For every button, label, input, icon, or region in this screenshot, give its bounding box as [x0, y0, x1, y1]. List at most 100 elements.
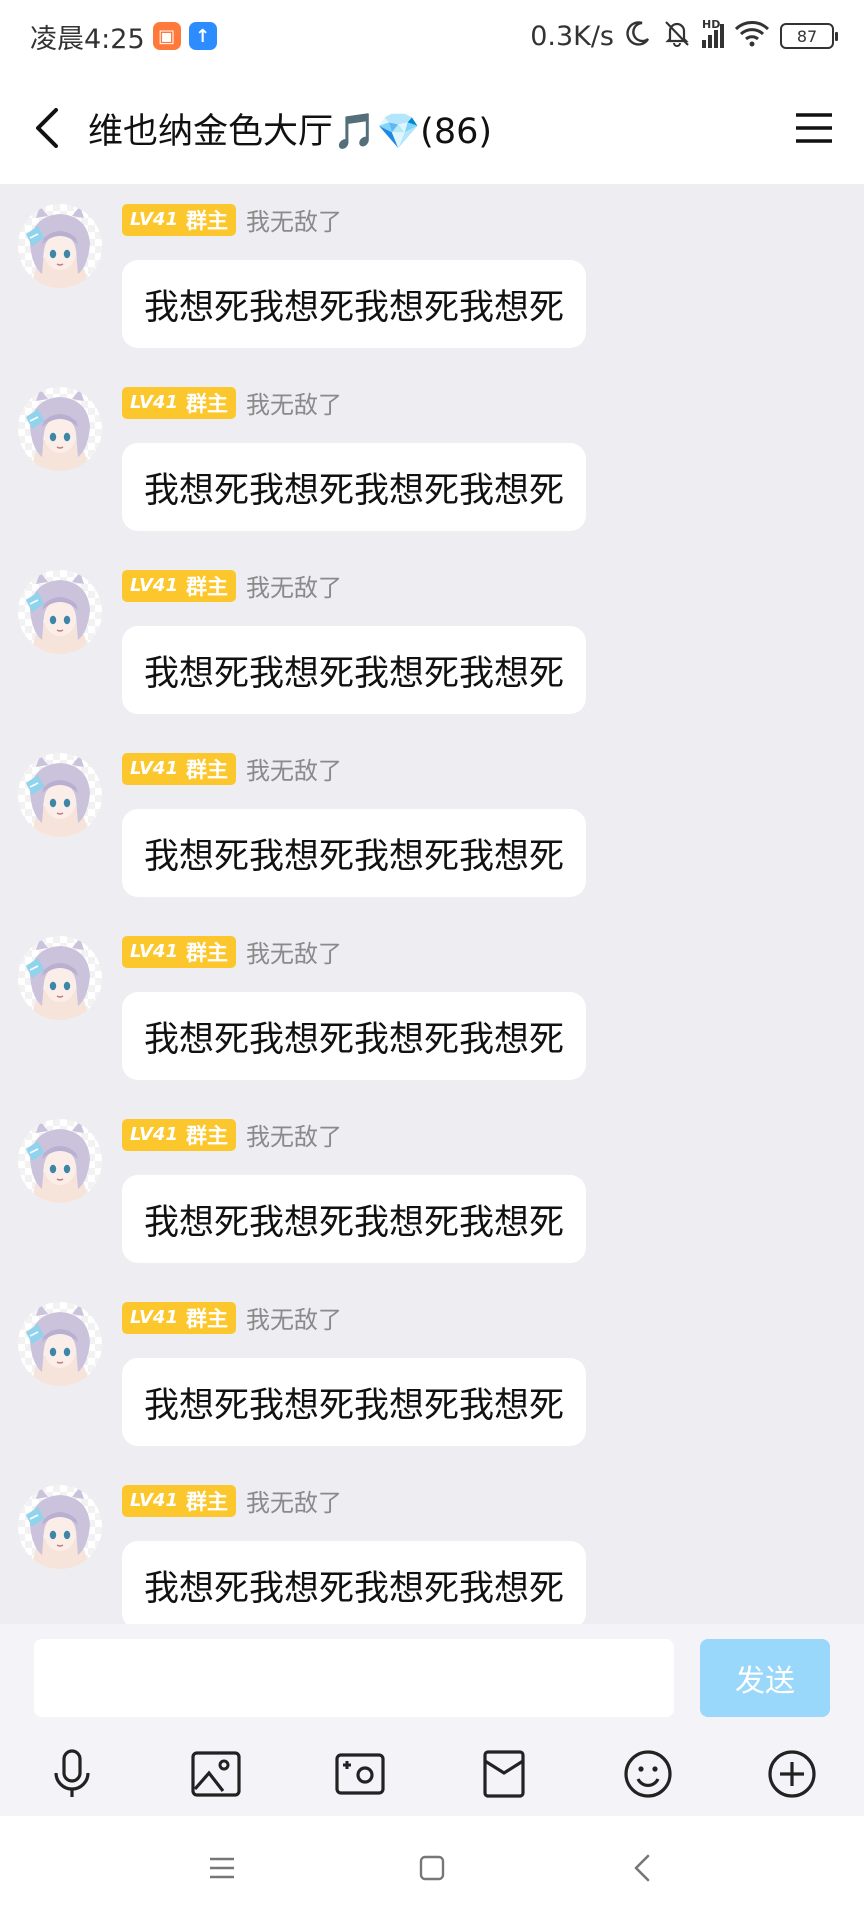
owner-level-badge: LV41 群主	[122, 1301, 236, 1334]
sender-meta: LV41 群主 我无敌了	[122, 1300, 342, 1335]
back-arrow-icon	[634, 1854, 650, 1882]
sender-meta: LV41 群主 我无敌了	[122, 751, 342, 786]
system-back-button[interactable]	[612, 1838, 672, 1898]
owner-level-badge: LV41 群主	[122, 1484, 236, 1517]
chat-screen: 凌晨4:25 ▣ ↑ 0.3K/s HD 87 维也纳金色大厅🎵💎(86) LV…	[0, 0, 864, 1920]
level-label: LV41	[130, 1490, 178, 1511]
message-input[interactable]	[34, 1639, 674, 1717]
level-label: LV41	[130, 1307, 178, 1328]
hamburger-menu-icon	[796, 113, 832, 143]
chevron-left-icon	[36, 108, 58, 148]
microphone-icon	[54, 1749, 90, 1797]
home-square-icon	[419, 1855, 445, 1881]
camera-button[interactable]	[288, 1732, 432, 1816]
owner-level-badge: LV41 群主	[122, 752, 236, 785]
message-bubble[interactable]: 我想死我想死我想死我想死	[122, 992, 587, 1080]
image-icon	[191, 1751, 241, 1797]
message-bubble[interactable]: 我想死我想死我想死我想死	[122, 1358, 587, 1446]
more-button[interactable]	[720, 1732, 864, 1816]
owner-level-badge: LV41 群主	[122, 386, 236, 419]
message-item: LV41 群主 我无敌了 我想死我想死我想死我想死	[0, 550, 864, 733]
message-list[interactable]: LV41 群主 我无敌了 我想死我想死我想死我想死 LV41 群主 我无敌了 我…	[0, 184, 864, 1624]
network-speed: 0.3K/s	[530, 20, 614, 52]
sender-nickname[interactable]: 我无敌了	[246, 385, 342, 420]
message-item: LV41 群主 我无敌了 我想死我想死我想死我想死	[0, 1099, 864, 1282]
chat-title: 维也纳金色大厅🎵💎(86)	[88, 111, 493, 152]
owner-level-badge: LV41 群主	[122, 203, 236, 236]
avatar[interactable]	[18, 1119, 102, 1203]
status-right: 0.3K/s HD 87	[530, 18, 838, 55]
level-label: LV41	[130, 1124, 178, 1145]
sender-nickname[interactable]: 我无敌了	[246, 568, 342, 603]
message-bubble[interactable]: 我想死我想死我想死我想死	[122, 1175, 587, 1263]
role-label: 群主	[185, 940, 228, 965]
plus-icon	[768, 1750, 816, 1798]
notification-app-icon: ▣	[152, 22, 181, 50]
level-label: LV41	[130, 758, 178, 779]
message-item: LV41 群主 我无敌了 我想死我想死我想死我想死	[0, 1465, 864, 1624]
home-button[interactable]	[402, 1838, 462, 1898]
cell-signal-icon: HD	[702, 18, 724, 48]
level-label: LV41	[130, 575, 178, 596]
role-label: 群主	[185, 757, 228, 782]
status-time: 凌晨4:25	[30, 23, 145, 55]
sender-nickname[interactable]: 我无敌了	[246, 751, 342, 786]
message-bubble[interactable]: 我想死我想死我想死我想死	[122, 1541, 587, 1624]
avatar[interactable]	[18, 204, 102, 288]
recents-button[interactable]	[192, 1838, 252, 1898]
message-bubble[interactable]: 我想死我想死我想死我想死	[122, 626, 587, 714]
role-label: 群主	[185, 208, 228, 233]
back-button[interactable]	[22, 98, 70, 158]
composer: 发送	[0, 1624, 864, 1816]
red-packet-button[interactable]	[432, 1732, 576, 1816]
message-item: LV41 群主 我无敌了 我想死我想死我想死我想死	[0, 916, 864, 1099]
owner-level-badge: LV41 群主	[122, 935, 236, 968]
level-label: LV41	[130, 392, 178, 413]
sender-nickname[interactable]: 我无敌了	[246, 1117, 342, 1152]
role-label: 群主	[185, 391, 228, 416]
message-bubble[interactable]: 我想死我想死我想死我想死	[122, 260, 587, 348]
sender-nickname[interactable]: 我无敌了	[246, 1483, 342, 1518]
sender-nickname[interactable]: 我无敌了	[246, 934, 342, 969]
avatar[interactable]	[18, 1485, 102, 1569]
emoji-icon	[624, 1750, 672, 1798]
owner-level-badge: LV41 群主	[122, 1118, 236, 1151]
send-button[interactable]: 发送	[700, 1639, 830, 1717]
message-bubble[interactable]: 我想死我想死我想死我想死	[122, 443, 587, 531]
message-item: LV41 群主 我无敌了 我想死我想死我想死我想死	[0, 367, 864, 550]
message-item: LV41 群主 我无敌了 我想死我想死我想死我想死	[0, 733, 864, 916]
camera-icon	[335, 1753, 385, 1795]
group-menu-button[interactable]	[786, 100, 842, 156]
emoji-button[interactable]	[576, 1732, 720, 1816]
message-item: LV41 群主 我无敌了 我想死我想死我想死我想死	[0, 184, 864, 367]
sender-meta: LV41 群主 我无敌了	[122, 385, 342, 420]
system-nav-bar	[0, 1816, 864, 1920]
avatar[interactable]	[18, 1302, 102, 1386]
avatar[interactable]	[18, 570, 102, 654]
sender-nickname[interactable]: 我无敌了	[246, 202, 342, 237]
avatar[interactable]	[18, 387, 102, 471]
message-bubble[interactable]: 我想死我想死我想死我想死	[122, 809, 587, 897]
wifi-icon	[734, 19, 770, 54]
message-item: LV41 群主 我无敌了 我想死我想死我想死我想死	[0, 1282, 864, 1465]
voice-button[interactable]	[0, 1732, 144, 1816]
sender-meta: LV41 群主 我无敌了	[122, 202, 342, 237]
avatar[interactable]	[18, 936, 102, 1020]
chat-header: 维也纳金色大厅🎵💎(86)	[0, 72, 864, 184]
photo-button[interactable]	[144, 1732, 288, 1816]
level-label: LV41	[130, 209, 178, 230]
mute-bell-icon	[662, 18, 692, 55]
red-packet-icon	[483, 1750, 525, 1798]
role-label: 群主	[185, 1489, 228, 1514]
avatar[interactable]	[18, 753, 102, 837]
role-label: 群主	[185, 1306, 228, 1331]
sender-meta: LV41 群主 我无敌了	[122, 568, 342, 603]
battery-icon: 87	[780, 23, 838, 49]
moon-icon	[624, 19, 652, 54]
signal-hd-label: HD	[702, 18, 721, 31]
composer-toolbar	[0, 1732, 864, 1816]
recents-icon	[210, 1857, 234, 1879]
status-left: 凌晨4:25 ▣ ↑	[30, 17, 217, 56]
sender-nickname[interactable]: 我无敌了	[246, 1300, 342, 1335]
upload-notification-icon: ↑	[188, 22, 217, 50]
